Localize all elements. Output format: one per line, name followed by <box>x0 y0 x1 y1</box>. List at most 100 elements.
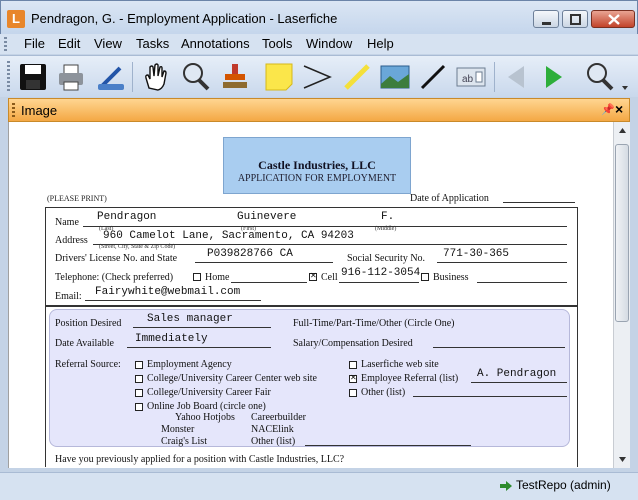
minimize-button[interactable] <box>533 10 559 28</box>
close-button[interactable] <box>591 10 635 28</box>
next-page-button[interactable] <box>536 60 570 94</box>
company-header-box: Castle Industries, LLC APPLICATION FOR E… <box>223 137 411 194</box>
stamp-icon <box>223 64 247 88</box>
panel-grip[interactable] <box>12 103 15 117</box>
laserfiche-site-checkbox[interactable] <box>349 361 357 369</box>
scroll-up-icon[interactable] <box>614 122 631 139</box>
menu-grip[interactable] <box>4 37 7 51</box>
career-center-checkbox[interactable] <box>135 375 143 383</box>
telephone-label: Telephone: (Check preferred) <box>55 272 174 283</box>
position-value: Sales manager <box>147 313 233 325</box>
referral-person-value: A. Pendragon <box>477 368 557 380</box>
ssn-label: Social Security No. <box>347 253 426 264</box>
hint-middle: (Middle) <box>375 226 397 232</box>
image-panel-header: Image 📌 × <box>8 98 630 122</box>
panel-title: Image <box>21 103 58 118</box>
previous-page-icon <box>508 66 524 88</box>
vertical-scrollbar[interactable] <box>613 122 630 468</box>
scanner-icon <box>98 66 124 90</box>
close-icon <box>608 14 620 25</box>
zoom-tool-button[interactable] <box>178 60 212 94</box>
toolbar-grip[interactable] <box>7 61 10 93</box>
salary-label: Salary/Compensation Desired <box>293 338 413 349</box>
other-referral-checkbox[interactable] <box>349 389 357 397</box>
window-title: Pendragon, G. - Employment Application -… <box>31 11 338 26</box>
sticky-note-icon <box>265 63 293 91</box>
status-bar: TestRepo (admin) <box>0 472 638 500</box>
menu-help[interactable]: Help <box>367 36 394 51</box>
print-button[interactable] <box>54 60 88 94</box>
zoom-in-button[interactable] <box>582 60 616 94</box>
middle-initial-value: F. <box>381 211 395 223</box>
image-annotation-button[interactable] <box>378 60 412 94</box>
text-box-button[interactable]: ab <box>454 60 488 94</box>
menu-tools[interactable]: Tools <box>262 36 292 51</box>
pin-icon[interactable]: 📌 <box>601 103 615 116</box>
referral-option: College/University Career Fair <box>147 387 271 398</box>
image-icon <box>380 65 410 89</box>
referral-option: Online Job Board (circle one) <box>147 401 266 412</box>
stamp-button[interactable] <box>218 60 252 94</box>
previous-page-button[interactable] <box>500 60 534 94</box>
first-name-value: Guinevere <box>237 211 297 223</box>
menu-bar: File Edit View Tasks Annotations Tools W… <box>0 34 638 54</box>
zoom-in-icon <box>587 63 614 91</box>
business-label: Business <box>433 272 469 283</box>
menu-annotations[interactable]: Annotations <box>181 36 250 51</box>
menu-window[interactable]: Window <box>306 36 352 51</box>
text-box-icon: ab <box>456 67 486 87</box>
position-label: Position Desired <box>55 318 122 329</box>
fulltime-label: Full-Time/Part-Time/Other (Circle One) <box>293 318 455 329</box>
business-checkbox[interactable] <box>421 273 429 281</box>
highlighter-icon <box>344 64 370 90</box>
save-button[interactable] <box>16 60 50 94</box>
home-label: Home <box>205 272 230 283</box>
repository-status: TestRepo (admin) <box>516 478 611 492</box>
scan-button[interactable] <box>94 60 128 94</box>
date-available-value: Immediately <box>135 333 208 345</box>
save-icon <box>20 64 46 90</box>
pen-button[interactable] <box>416 60 450 94</box>
minimize-icon <box>542 22 551 25</box>
callout-icon <box>303 65 332 89</box>
menu-tasks[interactable]: Tasks <box>136 36 169 51</box>
license-value: P039828766 CA <box>207 248 293 260</box>
connection-arrow-icon <box>500 481 512 491</box>
job-board-checkbox[interactable] <box>135 403 143 411</box>
menu-view[interactable]: View <box>94 36 122 51</box>
job-board-option: Monster <box>161 424 195 435</box>
job-board-option: Craig's List <box>161 436 207 447</box>
referral-option: Employment Agency <box>147 359 232 370</box>
career-fair-checkbox[interactable] <box>135 389 143 397</box>
cell-checkbox[interactable] <box>309 271 317 281</box>
home-checkbox[interactable] <box>193 273 201 281</box>
document-viewer[interactable]: Castle Industries, LLC APPLICATION FOR E… <box>8 122 613 468</box>
address-label: Address <box>55 235 88 246</box>
pan-tool-button[interactable] <box>138 60 172 94</box>
cell-number-value: 916-112-3054 <box>341 267 421 279</box>
please-print-label: (PLEASE PRINT) <box>47 194 107 203</box>
menu-edit[interactable]: Edit <box>58 36 80 51</box>
employee-referral-checkbox[interactable] <box>349 373 357 383</box>
application-subtitle: APPLICATION FOR EMPLOYMENT <box>237 173 397 184</box>
job-board-option: Other (list) <box>251 436 296 447</box>
employment-agency-checkbox[interactable] <box>135 361 143 369</box>
ssn-value: 771-30-365 <box>443 248 510 260</box>
previously-applied-question: Have you previously applied for a positi… <box>55 454 345 465</box>
company-name: Castle Industries, LLC <box>258 158 376 172</box>
date-of-application-label: Date of Application <box>410 193 489 204</box>
svg-text:ab: ab <box>462 74 474 85</box>
maximize-button[interactable] <box>562 10 588 28</box>
address-value: 960 Camelot Lane, Sacramento, CA 94203 <box>103 230 354 242</box>
menu-file[interactable]: File <box>24 36 45 51</box>
scroll-thumb[interactable] <box>615 144 629 322</box>
last-name-value: Pendragon <box>97 211 157 223</box>
highlighter-button[interactable] <box>340 60 374 94</box>
toolbar-overflow-button[interactable] <box>620 60 630 94</box>
panel-close-icon[interactable]: × <box>615 101 623 117</box>
callout-button[interactable] <box>300 60 334 94</box>
job-board-option: NACElink <box>251 424 294 435</box>
sticky-note-button[interactable] <box>262 60 296 94</box>
scroll-down-icon[interactable] <box>614 451 631 468</box>
toolbar: ab <box>0 55 638 97</box>
